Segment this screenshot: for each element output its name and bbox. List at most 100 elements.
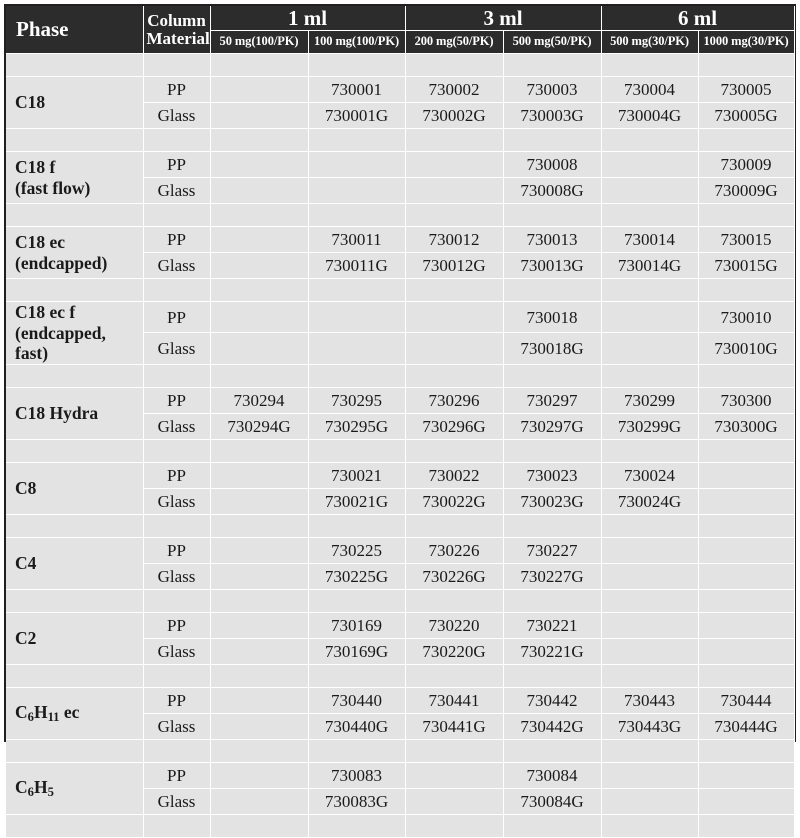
product-code-cell[interactable]: 730084G — [502, 787, 602, 815]
product-code-cell[interactable]: 730022 — [404, 461, 504, 489]
product-code-cell[interactable]: 730024G — [600, 487, 699, 515]
product-code-cell[interactable]: 730024 — [600, 461, 699, 489]
product-code-cell[interactable]: 730169G — [307, 637, 406, 665]
product-code-cell[interactable]: 730294G — [209, 412, 309, 440]
product-code-cell[interactable]: 730021 — [307, 461, 406, 489]
product-code-cell[interactable]: 730002 — [404, 76, 504, 103]
column-header-volume-1ml: 1 ml — [209, 6, 406, 31]
spacer-cell — [142, 53, 211, 77]
product-code-cell[interactable]: 730440 — [307, 686, 406, 714]
product-code-cell[interactable]: 730299 — [600, 386, 699, 414]
product-code-cell[interactable]: 730296G — [404, 412, 504, 440]
product-code-cell[interactable]: 730220G — [404, 637, 504, 665]
product-code-cell[interactable]: 730004G — [600, 102, 699, 129]
product-code-cell[interactable]: 730296 — [404, 386, 504, 414]
phase-name-line1: C18 Hydra — [15, 403, 99, 424]
product-code-cell[interactable]: 730002G — [404, 102, 504, 129]
spacer-cell — [600, 663, 699, 688]
product-code-cell[interactable]: 730440G — [307, 712, 406, 740]
column-material-cell: Glass — [142, 712, 211, 740]
product-code-cell[interactable]: 730226G — [404, 562, 504, 590]
spacer-cell — [697, 363, 795, 388]
product-code-cell[interactable]: 730083 — [307, 761, 406, 789]
product-code-cell[interactable]: 730294 — [209, 386, 309, 414]
product-code-cell[interactable]: 730441 — [404, 686, 504, 714]
product-code-cell[interactable]: 730227 — [502, 536, 602, 564]
product-code-cell[interactable]: 730015 — [697, 226, 795, 253]
product-code-cell[interactable]: 730442 — [502, 686, 602, 714]
product-code-cell[interactable]: 730299G — [600, 412, 699, 440]
product-code-cell[interactable]: 730009 — [697, 151, 795, 178]
product-code-cell[interactable]: 730300 — [697, 386, 795, 414]
spacer-cell — [209, 53, 309, 77]
product-code-cell[interactable]: 730297G — [502, 412, 602, 440]
formula-part: ec — [59, 701, 80, 722]
product-code-cell[interactable]: 730004 — [600, 76, 699, 103]
product-code-cell[interactable]: 730441G — [404, 712, 504, 740]
product-code-cell[interactable]: 730023 — [502, 461, 602, 489]
product-code-cell[interactable]: 730221 — [502, 611, 602, 639]
product-code-cell[interactable]: 730022G — [404, 487, 504, 515]
product-code-cell[interactable]: 730011 — [307, 226, 406, 253]
product-code-cell[interactable]: 730015G — [697, 252, 795, 279]
table-row: C18 ec f (endcapped, fast) PP 730018 730010 — [6, 300, 795, 365]
product-code-cell[interactable]: 730005 — [697, 76, 795, 103]
product-code-cell[interactable]: 730014G — [600, 252, 699, 279]
product-code-cell[interactable]: 730014 — [600, 226, 699, 253]
product-code-cell[interactable]: 730012G — [404, 252, 504, 279]
column-material-cell: PP — [142, 76, 211, 103]
formula-part: C — [15, 776, 28, 797]
spacer-cell — [142, 278, 211, 302]
product-code-cell[interactable]: 730444 — [697, 686, 795, 714]
product-code-cell[interactable]: 730169 — [307, 611, 406, 639]
product-code-cell[interactable]: 730225G — [307, 562, 406, 590]
product-code-cell[interactable]: 730443 — [600, 686, 699, 714]
product-code-cell[interactable]: 730001G — [307, 102, 406, 129]
product-code-cell[interactable]: 730225 — [307, 536, 406, 564]
product-code-cell[interactable]: 730297 — [502, 386, 602, 414]
product-code-cell[interactable]: 730220 — [404, 611, 504, 639]
product-code-cell[interactable]: 730012 — [404, 226, 504, 253]
spacer-cell — [307, 363, 406, 388]
product-code-cell[interactable]: 730008G — [502, 177, 602, 204]
spacer-cell — [307, 663, 406, 688]
spacer-cell — [209, 588, 309, 613]
product-code-cell[interactable]: 730021G — [307, 487, 406, 515]
product-code-cell[interactable]: 730010G — [697, 332, 795, 365]
product-code-cell[interactable]: 730443G — [600, 712, 699, 740]
product-code-cell[interactable]: 730083G — [307, 787, 406, 815]
product-code-cell[interactable]: 730001 — [307, 76, 406, 103]
product-code-cell[interactable]: 730005G — [697, 102, 795, 129]
product-code-cell[interactable]: 730226 — [404, 536, 504, 564]
product-code-cell[interactable]: 730227G — [502, 562, 602, 590]
product-code-cell[interactable]: 730295 — [307, 386, 406, 414]
product-code-cell[interactable]: 730295G — [307, 412, 406, 440]
product-code-cell[interactable]: 730442G — [502, 712, 602, 740]
product-code-cell[interactable]: 730023G — [502, 487, 602, 515]
table-row: C6H11 ec PP 730440 730441 730442 730443 730444 — [6, 686, 795, 740]
spacer-cell — [307, 588, 406, 613]
product-code-cell[interactable]: 730011G — [307, 252, 406, 279]
product-code-cell[interactable]: 730444G — [697, 712, 795, 740]
product-code-cell[interactable]: 730003G — [502, 102, 602, 129]
column-header-1ml-50mg: 50 mg(100/PK) — [209, 30, 309, 54]
column-header-3ml-200mg: 200 mg(50/PK) — [404, 30, 504, 54]
formula-part: C — [15, 701, 28, 722]
product-code-cell[interactable]: 730010 — [697, 300, 795, 334]
product-code-cell[interactable]: 730018G — [502, 332, 602, 365]
product-code-cell[interactable]: 730221G — [502, 637, 602, 665]
empty-cell — [404, 761, 504, 789]
spacer-cell — [404, 128, 504, 152]
product-code-cell[interactable]: 730084 — [502, 761, 602, 789]
formula-part: H — [33, 701, 48, 722]
product-code-cell[interactable]: 730013G — [502, 252, 602, 279]
table-row: C18 f (fast flow) PP 730008 730009 — [6, 151, 795, 204]
product-code-cell[interactable]: 730018 — [502, 300, 602, 334]
spacer-cell — [502, 278, 602, 302]
empty-cell — [600, 151, 699, 178]
product-code-cell[interactable]: 730009G — [697, 177, 795, 204]
product-code-cell[interactable]: 730300G — [697, 412, 795, 440]
product-code-cell[interactable]: 730008 — [502, 151, 602, 178]
product-code-cell[interactable]: 730013 — [502, 226, 602, 253]
product-code-cell[interactable]: 730003 — [502, 76, 602, 103]
